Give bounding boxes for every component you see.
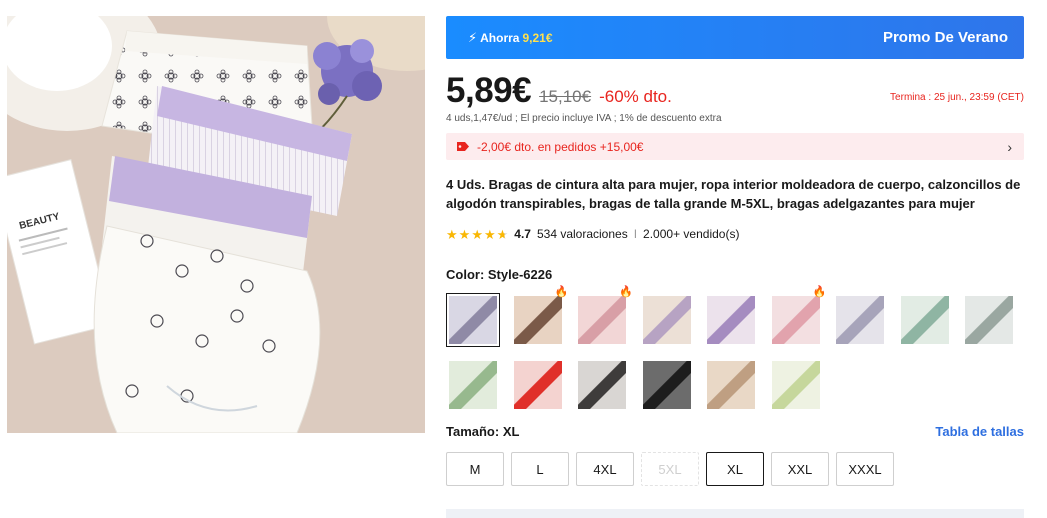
color-swatch[interactable] — [704, 358, 758, 412]
lightning-icon: ⚡ — [468, 29, 478, 45]
swatch-thumbnail — [771, 296, 820, 344]
color-swatches: 🔥 🔥 🔥 — [446, 287, 1024, 412]
size-option-4xl[interactable]: 4XL — [576, 452, 634, 486]
star-icon: ★ — [458, 226, 471, 242]
product-info-panel: ⚡ Ahorra 9,21€ Promo De Verano 5,89€ 15,… — [446, 16, 1024, 486]
sold-count: 2.000+ vendido(s) — [643, 227, 740, 241]
hot-icon: 🔥 — [554, 286, 569, 298]
star-icon: ★ — [471, 226, 483, 242]
color-swatch[interactable]: 🔥 — [575, 287, 633, 347]
swatch-thumbnail — [578, 296, 626, 344]
promo-title: Promo De Verano — [882, 29, 1008, 46]
promo-banner[interactable]: ⚡ Ahorra 9,21€ Promo De Verano — [446, 16, 1024, 59]
size-option-xxl[interactable]: XXL — [771, 452, 829, 486]
star-half-icon: ★ — [496, 226, 509, 242]
swatch-thumbnail — [707, 296, 755, 344]
color-swatch[interactable] — [640, 358, 694, 412]
swatch-thumbnail — [900, 296, 949, 344]
size-label: Tamaño: XL — [446, 424, 520, 439]
size-header: Tamaño: XL Tabla de tallas — [446, 424, 1024, 439]
size-option-l[interactable]: L — [511, 452, 569, 486]
promo-deadline: Termina : 25 jun., 23:59 (CET) — [890, 92, 1024, 103]
swatch-thumbnail — [449, 361, 497, 409]
color-swatch[interactable] — [962, 293, 1016, 347]
swatch-thumbnail — [513, 296, 562, 344]
color-swatch[interactable] — [446, 358, 500, 412]
size-option-m[interactable]: M — [446, 452, 504, 486]
swatch-thumbnail — [449, 296, 497, 344]
star-icon: ★ — [483, 226, 496, 242]
product-main-image[interactable]: BEAUTY — [7, 16, 425, 433]
color-swatch[interactable] — [769, 358, 823, 412]
color-swatch[interactable]: 🔥 — [769, 287, 827, 347]
color-swatch[interactable] — [898, 293, 952, 347]
original-price: 15,10€ — [539, 87, 592, 106]
next-section-strip — [446, 509, 1024, 518]
color-swatch[interactable] — [833, 293, 887, 347]
size-chart-link[interactable]: Tabla de tallas — [935, 424, 1024, 439]
swatch-thumbnail — [578, 361, 626, 409]
tag-icon — [457, 142, 469, 151]
review-count[interactable]: 534 valoraciones — [537, 227, 628, 241]
hot-icon: 🔥 — [619, 286, 633, 298]
swatch-thumbnail — [642, 296, 691, 344]
separator: I — [633, 227, 638, 241]
coupon-banner[interactable]: -2,00€ dto. en pedidos +15,00€ › — [446, 133, 1024, 160]
savings-amount: 9,21€ — [522, 30, 553, 45]
size-option-xl[interactable]: XL — [706, 452, 764, 486]
swatch-thumbnail — [707, 361, 755, 409]
hot-icon: 🔥 — [812, 286, 827, 298]
swatch-thumbnail — [836, 296, 884, 344]
color-swatch[interactable]: 🔥 — [511, 287, 569, 347]
coupon-text: -2,00€ dto. en pedidos +15,00€ — [477, 139, 644, 154]
color-swatch[interactable] — [640, 293, 694, 347]
star-icon: ★ — [446, 226, 458, 242]
size-options: M L 4XL 5XL XL XXL XXXL — [446, 452, 1024, 486]
swatch-thumbnail — [513, 361, 562, 409]
current-price: 5,89€ — [446, 71, 532, 110]
swatch-thumbnail — [965, 296, 1013, 344]
savings-info: ⚡ Ahorra 9,21€ — [468, 30, 553, 46]
color-swatch[interactable] — [446, 293, 500, 347]
swatch-thumbnail — [771, 361, 820, 409]
star-rating: ★ ★ ★ ★ ★ — [446, 228, 508, 241]
size-option-xxxl[interactable]: XXXL — [836, 452, 894, 486]
chevron-right-icon: › — [1007, 138, 1012, 155]
color-label: Color: Style-6226 — [446, 267, 553, 282]
savings-prefix: Ahorra — [480, 30, 520, 45]
color-swatch[interactable] — [704, 293, 758, 347]
unit-price-info: 4 uds,1,47€/ud ; El precio incluye IVA ;… — [446, 113, 722, 124]
price-row: 5,89€ 15,10€ -60% dto. Termina : 25 jun.… — [446, 71, 1024, 111]
swatch-thumbnail — [642, 361, 691, 409]
product-title: 4 Uds. Bragas de cintura alta para mujer… — [446, 177, 1021, 211]
rating-row[interactable]: ★ ★ ★ ★ ★ 4.7 534 valoraciones I 2.000+ … — [446, 226, 1024, 242]
product-photo: BEAUTY — [7, 16, 425, 433]
color-swatch[interactable] — [511, 358, 565, 412]
rating-value: 4.7 — [514, 227, 531, 241]
size-option-5xl: 5XL — [641, 452, 699, 486]
discount-label: -60% dto. — [599, 87, 672, 106]
color-swatch[interactable] — [575, 358, 629, 412]
